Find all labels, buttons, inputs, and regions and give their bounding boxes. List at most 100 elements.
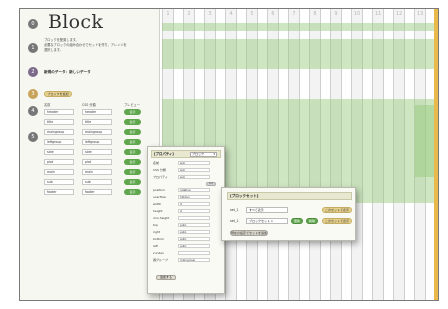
block-css-field[interactable]: leftgroup [82,139,112,145]
step-2-icon[interactable]: 2 [28,67,38,77]
preview-button[interactable]: 表示 [124,109,141,115]
property-panel-header: [プロパティ] ブロック ▾ [151,150,221,158]
grid-column-number: 6 [271,11,275,17]
preview-button[interactable]: 表示 [124,169,141,175]
block-css-field[interactable]: side [82,149,112,155]
grid-column-number: 7 [292,11,296,17]
property-value-field[interactable]: relative [178,188,210,192]
description-line: 選択します。 [44,48,63,52]
property-panel-title: [プロパティ] [154,152,174,156]
table-row: header header 表示 [44,109,148,116]
add-set-button[interactable]: 現在の設定でセットを追加 [230,230,268,236]
set2-name-field[interactable]: ブロックセット 1 [246,218,288,224]
table-row: plot plot 表示 [44,159,148,166]
app-frame: 1 2 3 4 5 6 7 8 9 10 11 12 13 0 Block 1 ブロックを配置します。 … [19,8,439,301]
property-value-field[interactable]: sub [178,168,210,172]
update-button[interactable]: 更新 [291,218,303,224]
grid-column-number: 3 [208,11,212,17]
property-value-field[interactable]: auto [178,244,210,248]
property-value-field[interactable] [178,251,210,255]
right-scroll-bar[interactable] [434,9,438,300]
left-panel: 0 Block 1 ブロックを配置します。 必要なブロックの組み合わせでセットを… [20,9,160,300]
property-row: min-height [151,216,223,221]
property-label: 親グループ [153,258,168,262]
block-name-field[interactable]: main [44,169,74,175]
table-row: side side 表示 [44,149,148,156]
property-value-field[interactable]: maingroup [178,258,210,262]
property-label: z-index [153,251,164,255]
property-value-field[interactable]: sub [178,161,210,165]
block-name-field[interactable]: footer [44,189,74,195]
col-header-name: 名前 [44,103,51,107]
property-row: z-index [151,251,223,256]
property-label: top [153,223,158,227]
preview-button[interactable]: 表示 [124,189,141,195]
block-name-field[interactable]: plot [44,159,74,165]
step-0-icon[interactable]: 0 [28,19,38,29]
preview-button[interactable]: 表示 [124,149,141,155]
property-value-field[interactable] [178,216,210,220]
block-name-field[interactable]: title [44,119,74,125]
block-name-field[interactable]: header [44,109,74,115]
block-name-field[interactable]: side [44,149,74,155]
apply-button[interactable]: 追加する [156,275,176,280]
property-value-field[interactable]: 4 [178,202,210,206]
col-header-preview: プレビュー [124,103,140,107]
block-css-field[interactable]: footer [82,189,112,195]
block-name-field[interactable]: maingroup [44,129,74,135]
property-label: left [153,244,158,248]
block-css-field[interactable]: sub [82,179,112,185]
table-row: leftgroup leftgroup 表示 [44,139,148,146]
block-css-field[interactable]: maingroup [82,129,112,135]
preview-button[interactable]: 表示 [124,179,141,185]
property-label: position [153,188,165,192]
table-row: sub sub 表示 [44,179,148,186]
property-label: bottom [153,237,164,241]
page-title: Block [48,11,104,33]
block-name-field[interactable]: sub [44,179,74,185]
step-5-icon[interactable]: 5 [28,132,38,142]
block-type-select[interactable]: ブロック ▾ [190,152,217,157]
property-panel: [プロパティ] ブロック ▾ 名前 sub CSS 分類 sub プロパティ sub pos… [147,146,225,294]
add-block-button[interactable]: ブロックを追加 [44,91,72,97]
set1-name-field[interactable]: すべて表示 [246,207,288,213]
layout-block[interactable] [162,39,438,69]
property-label: プロパティ [153,175,168,179]
property-row: position relative [151,188,223,193]
property-row: height 4 [151,209,223,214]
set2-label: set_1 [230,219,239,223]
preview-button[interactable]: 表示 [124,129,141,135]
property-value-field[interactable]: auto [178,230,210,234]
property-label: overflow [153,195,166,199]
grid-column-number: 2 [187,11,191,17]
property-value-field[interactable]: hidden [178,195,210,199]
grid-column-number: 1 [166,11,170,17]
step-4-icon[interactable]: 4 [28,106,38,116]
block-name-field[interactable]: leftgroup [44,139,74,145]
layout-block[interactable] [162,23,438,31]
col-header-css: CSS 分類 [82,103,96,107]
preview-button[interactable]: 表示 [124,159,141,165]
preview-button[interactable]: 表示 [124,139,141,145]
property-value-field[interactable]: 4 [178,209,210,213]
delete-button[interactable]: 削除 [306,218,318,224]
property-value-field[interactable]: auto [178,237,210,241]
block-css-field[interactable]: title [82,119,112,125]
block-css-field[interactable]: plot [82,159,112,165]
current-data-label: 新規のデータ：新しいデータ [44,70,91,74]
chevron-down-icon: ▾ [213,152,215,156]
preview-button[interactable]: 表示 [124,119,141,125]
property-label: 名前 [153,161,160,165]
property-label: CSS 分類 [153,168,166,172]
expand-button[interactable]: (+) [206,182,216,186]
property-value-field[interactable]: auto [178,223,210,227]
property-value-field[interactable]: sub [178,175,210,179]
set1-show-button[interactable]: このセットで表示 [322,207,352,213]
set2-show-button[interactable]: このセットで表示 [322,218,352,224]
property-label: min-height [153,216,170,220]
property-row: 名前 sub [151,161,223,166]
step-1-icon[interactable]: 1 [28,43,38,53]
block-css-field[interactable]: header [82,109,112,115]
block-css-field[interactable]: main [82,169,112,175]
step-3-icon[interactable]: 3 [28,89,38,99]
